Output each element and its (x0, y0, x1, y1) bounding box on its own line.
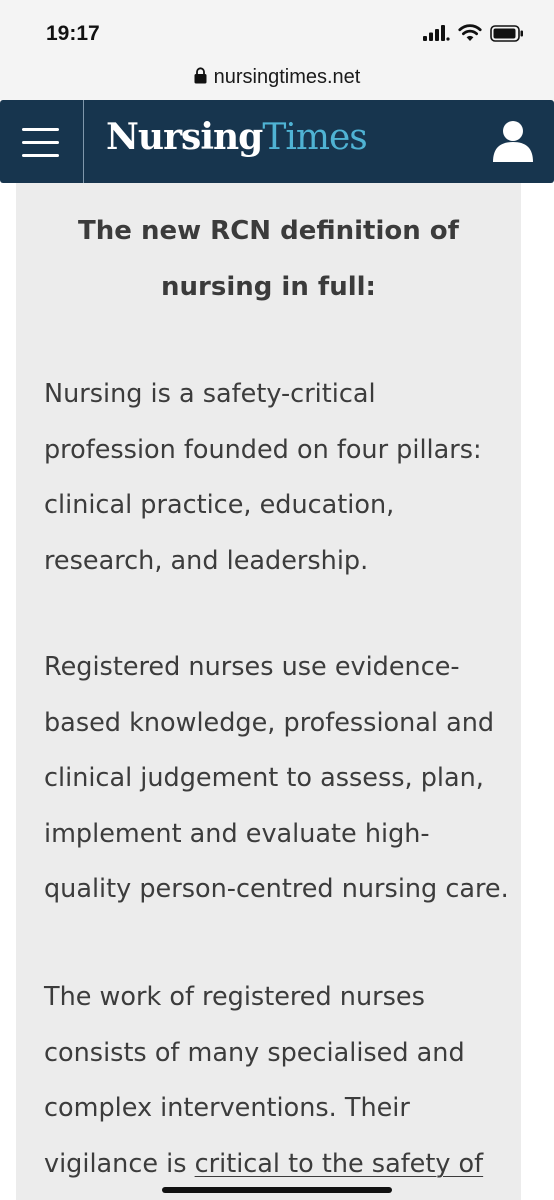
paragraph: The work of registered nurses consists o… (44, 970, 514, 1192)
paragraph-line: clinical judgement to assess, plan, (44, 763, 484, 793)
heading-line: nursing in full: (161, 272, 376, 302)
paragraph-line: implement and evaluate high- (44, 818, 430, 849)
wifi-icon (458, 24, 482, 46)
paragraph: Nursing is a safety-critical profession … (44, 367, 514, 589)
logo-nursing-text: Nursing (106, 116, 263, 158)
paragraph-line: Nursing is a safety-critical (44, 379, 376, 409)
status-bar: 19:17 (0, 0, 554, 60)
address-bar[interactable]: nursingtimes.net (0, 60, 554, 100)
url-text[interactable]: nursingtimes.net (214, 66, 361, 89)
paragraph-line: consists of many specialised and (44, 1037, 465, 1068)
home-indicator[interactable] (162, 1187, 392, 1193)
paragraph-line: research, and leadership. (44, 545, 369, 576)
battery-icon (490, 24, 524, 46)
site-header: NursingTimes (0, 100, 554, 183)
site-logo[interactable]: NursingTimes (106, 116, 368, 158)
cellular-signal-icon (423, 25, 450, 45)
paragraph-line: profession founded on four pillars: (44, 434, 482, 465)
header-divider (83, 100, 84, 183)
paragraph-line: vigilance is critical to the safety of (44, 1137, 514, 1193)
status-time: 19:17 (46, 22, 100, 45)
paragraph: Registered nurses use evidence- based kn… (44, 640, 514, 918)
logo-times-text: Times (262, 117, 367, 158)
article-quote-box: The new RCN definition of nursing in ful… (16, 183, 521, 1200)
paragraph-text: vigilance is (44, 1148, 195, 1179)
paragraph-line: Registered nurses use evidence- (44, 652, 460, 682)
heading-line: The new RCN definition of (78, 216, 459, 246)
paragraph-line: based knowledge, professional and (44, 707, 495, 738)
underlined-link[interactable]: critical to the safety of (195, 1149, 484, 1179)
lock-icon (194, 66, 207, 88)
paragraph-line: clinical practice, education, (44, 490, 395, 520)
status-icons (423, 24, 524, 46)
paragraph-line: complex interventions. Their (44, 1093, 410, 1123)
article-heading: The new RCN definition of nursing in ful… (16, 203, 521, 315)
paragraph-line: The work of registered nurses (44, 982, 425, 1012)
hamburger-menu-icon[interactable] (14, 114, 66, 170)
paragraph-line: quality person-centred nursing care. (44, 874, 509, 904)
user-account-icon[interactable] (490, 118, 536, 164)
